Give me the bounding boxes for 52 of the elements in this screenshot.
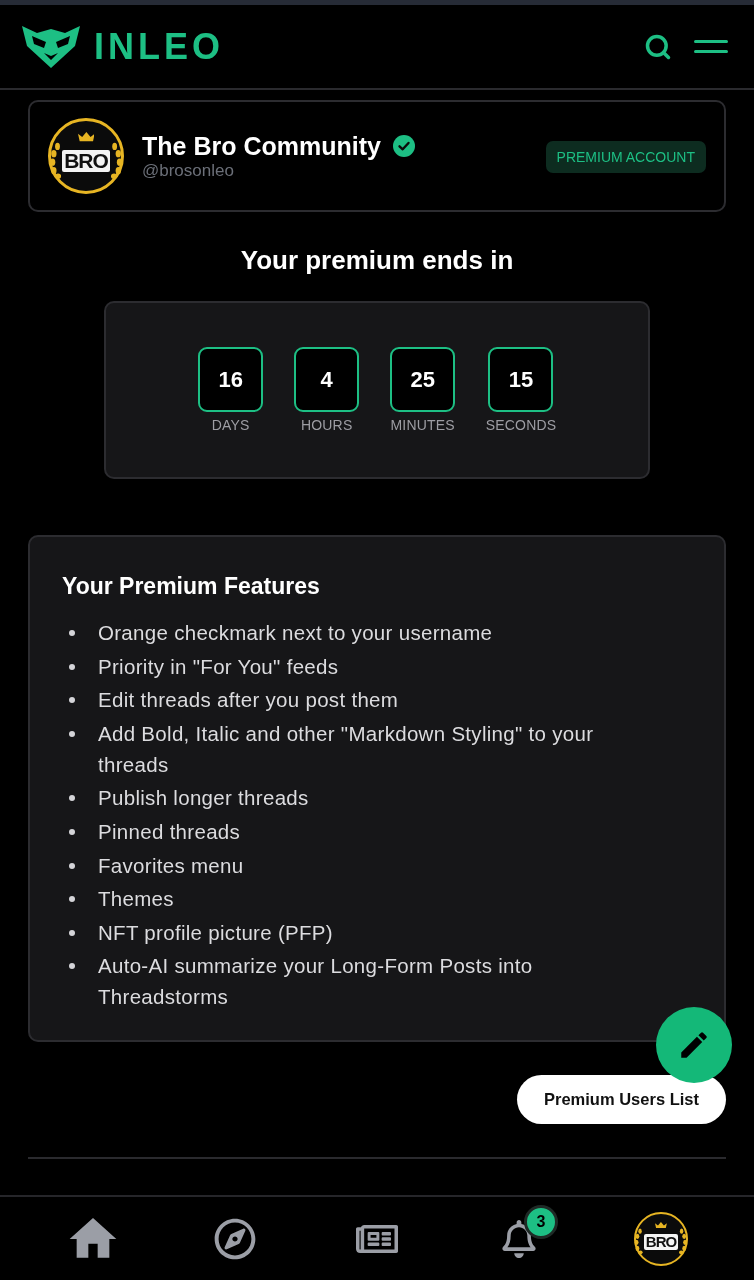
search-icon <box>644 32 672 61</box>
feature-item: NFT profile picture (PFP) <box>98 919 333 946</box>
menu-icon <box>694 40 728 53</box>
feature-item: Publish longer threads <box>98 785 309 812</box>
notification-count: 3 <box>524 1204 558 1239</box>
bullet-icon <box>69 795 75 802</box>
laurel-branch-icon <box>679 1228 688 1256</box>
bullet-icon <box>69 963 75 970</box>
logo-text: INLEO <box>94 28 224 65</box>
bullet-icon <box>69 697 75 704</box>
explore-nav-button[interactable] <box>214 1217 256 1260</box>
bullet-icon <box>69 929 75 936</box>
feature-item: Auto-AI summarize your Long-Form Posts into Threadstorms <box>98 953 534 1011</box>
countdown-unit-label: MINUTES <box>390 417 455 433</box>
laurel-branch-icon <box>634 1228 643 1256</box>
countdown-unit-label: HOURS <box>300 417 353 433</box>
profile-nav-button[interactable]: BRO <box>634 1211 688 1266</box>
bullet-icon <box>69 828 75 835</box>
crown-icon <box>77 132 95 142</box>
countdown-value: 25 <box>390 347 456 412</box>
premium-account-badge: PREMIUM ACCOUNT <box>545 141 706 173</box>
features-title: Your Premium Features <box>62 572 320 601</box>
bullet-icon <box>69 630 75 636</box>
bullet-icon <box>69 663 75 670</box>
feature-item: Pinned threads <box>98 818 241 845</box>
menu-button[interactable] <box>694 40 728 53</box>
crown-icon <box>655 1221 667 1229</box>
search-button[interactable] <box>644 32 672 61</box>
countdown-value: 16 <box>198 347 264 412</box>
bullet-icon <box>69 862 75 869</box>
feature-item: Favorites menu <box>98 852 244 879</box>
avatar-initials: BRO <box>62 149 110 172</box>
bullet-icon <box>69 896 75 903</box>
logo-icon <box>22 25 80 68</box>
feature-item: Edit threads after you post them <box>98 687 399 714</box>
countdown-value: 4 <box>294 347 360 412</box>
countdown-value: 15 <box>488 347 554 412</box>
notifications-nav-button[interactable] <box>500 1219 538 1258</box>
feature-item: Priority in "For You" feeds <box>98 653 339 680</box>
bullet-icon <box>69 730 75 737</box>
community-name: The Bro Community <box>142 130 381 161</box>
countdown-unit-label: DAYS <box>211 417 250 433</box>
feature-item: Themes <box>98 886 174 913</box>
avatar-initials: BRO <box>643 1233 679 1250</box>
community-handle: @brosonleo <box>142 160 235 182</box>
countdown-title: Your premium ends in <box>240 244 514 276</box>
bell-icon <box>500 1219 538 1258</box>
compass-icon <box>214 1217 256 1260</box>
premium-users-list-button[interactable]: Premium Users List <box>517 1074 726 1124</box>
feature-item: Orange checkmark next to your username <box>98 620 493 646</box>
feature-item: Add Bold, Italic and other "Markdown Styling" to your threads <box>98 720 595 778</box>
countdown-unit-label: SECONDS <box>485 417 557 433</box>
